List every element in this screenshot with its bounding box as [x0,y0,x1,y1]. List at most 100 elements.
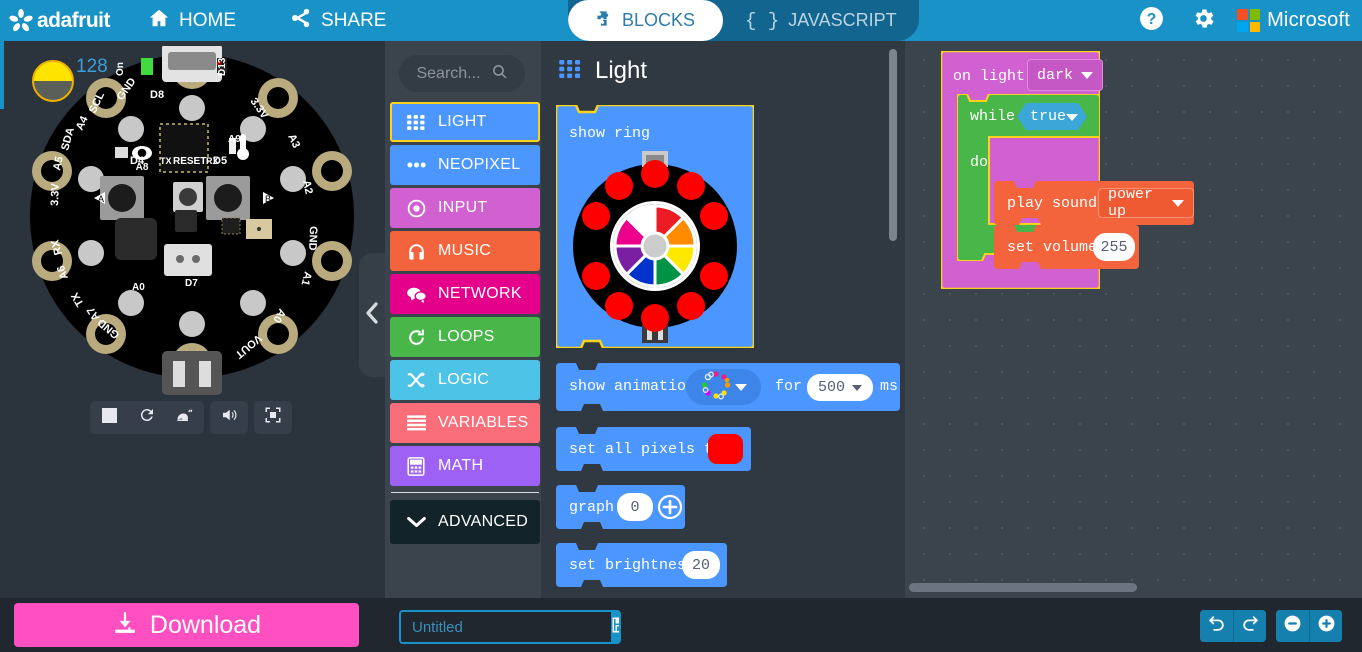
minus-circle-icon [1283,614,1302,638]
simulator-stop-button[interactable] [90,401,128,434]
toolbox-search-input[interactable]: Search... [399,55,525,92]
workspace-block-play-sound[interactable]: play sound power up [994,181,1194,225]
undo-button[interactable] [1200,610,1233,642]
project-name-group [399,610,621,644]
home-button[interactable]: HOME [132,0,252,41]
workspace-block-set-volume[interactable]: set volume 255 [994,225,1139,269]
block-set-all-pixels[interactable]: set all pixels to [556,427,751,471]
animation-picker-field[interactable] [686,369,761,405]
on-light-label: on light [953,68,1026,85]
simulator-playback-group [90,401,204,434]
adafruit-brand-logo[interactable]: adafruit [8,8,111,34]
fullscreen-icon [264,406,282,429]
project-name-input[interactable] [401,612,611,642]
speaker-icon [219,406,239,429]
pixel-color-swatch[interactable] [708,434,743,464]
simulator-mute-button[interactable] [210,401,248,434]
tab-javascript[interactable]: { } JAVASCRIPT [723,0,919,41]
toolbox-category-variables[interactable]: VARIABLES [390,403,540,443]
block-show-ring[interactable]: show ring [554,103,756,350]
svg-text:TX: TX [160,156,172,166]
block-graph[interactable]: graph 0 [556,485,685,529]
svg-text:D4: D4 [130,155,145,167]
flyout-title: Light [595,57,648,84]
download-button[interactable]: Download [14,603,359,647]
on-light-dropdown-arrow [1081,71,1094,79]
share-icon [290,7,312,35]
light-sensor-indicator[interactable]: 128 [32,56,108,102]
settings-button[interactable] [1177,0,1229,41]
half-sun-icon [32,60,74,102]
flyout-title-row: Light [559,57,647,85]
tab-blocks[interactable]: BLOCKS [568,0,724,41]
snail-icon [176,406,194,429]
simulator-fullscreen-button[interactable] [254,401,292,434]
while-condition-field[interactable]: true [1017,103,1087,130]
play-sound-dropdown-arrow [1172,199,1184,207]
set-volume-value-field[interactable]: 255 [1093,233,1135,261]
blocks-workspace[interactable]: on light dark while true do play sound p… [905,41,1362,598]
toolbox-category-network-label: NETWORK [438,285,522,302]
flyout-scrollbar[interactable] [889,49,897,241]
share-button[interactable]: SHARE [274,0,402,41]
toolbox-category-input-label: INPUT [438,199,488,216]
lines-icon [405,415,427,431]
chat-bubbles-icon [405,286,427,303]
svg-text:?: ? [1146,11,1156,28]
block-show-animation[interactable]: show animation for 500 ms [556,363,900,411]
three-dots-icon [405,161,427,169]
block-graph-label: graph [569,499,615,516]
svg-text:A9: A9 [228,134,241,145]
light-sensor-value: 128 [76,56,108,77]
stop-square-icon [101,407,117,428]
toolbox-category-advanced[interactable]: ADVANCED [390,500,540,544]
toolbox-category-neopixel[interactable]: NEOPIXEL [390,145,540,185]
share-label: SHARE [321,9,387,31]
headphones-icon [405,242,427,261]
play-sound-dropdown[interactable]: power up [1098,186,1194,220]
svg-text:D7: D7 [185,278,198,289]
plus-circle-icon [1317,614,1336,638]
gear-icon [1191,6,1216,36]
toolbox-category-input[interactable]: INPUT [390,188,540,228]
circuit-playground-board[interactable]: A8 A9 D4 D5 TX RX RESET D8 D7 A0 On D13 GN… [10,44,375,396]
svg-text:D13: D13 [217,57,228,76]
workspace-horizontal-scrollbar[interactable] [909,583,1137,592]
simulator-fullscreen-group [254,401,292,434]
toolbox-category-network[interactable]: NETWORK [390,274,540,314]
toolbox-category-light[interactable]: LIGHT [390,102,540,142]
toolbox-collapse-button[interactable] [359,253,385,377]
while-do-label: do [970,154,989,171]
toolbox-category-music[interactable]: MUSIC [390,231,540,271]
block-set-brightness[interactable]: set brightness 20 [556,543,727,587]
toolbox-category-loops[interactable]: LOOPS [390,317,540,357]
topbar-left-group: adafruit HOME SHARE [0,0,402,41]
home-label: HOME [179,9,237,31]
editor-mode-tabs: BLOCKS { } JAVASCRIPT [568,0,919,41]
simulator-slowmotion-button[interactable] [166,401,204,434]
svg-text:show ring: show ring [569,125,650,142]
zoom-out-button[interactable] [1276,610,1309,642]
toolbox-category-logic[interactable]: LOGIC [390,360,540,400]
on-light-dropdown-value: dark [1037,66,1074,84]
play-sound-label: play sound [1007,195,1098,212]
plus-circle-icon[interactable] [657,494,683,525]
toolbox-category-math[interactable]: MATH [390,446,540,486]
on-light-dropdown[interactable]: dark [1027,59,1104,91]
graph-value-field[interactable]: 0 [617,493,653,521]
save-project-button[interactable] [611,612,619,642]
microsoft-brand[interactable]: Microsoft [1229,0,1362,41]
home-icon [148,7,170,35]
block-show-animation-ms-label: ms [880,378,899,395]
svg-text:A0: A0 [132,282,145,293]
help-button[interactable]: ? [1125,0,1177,41]
adafruit-brand-label: adafruit [37,8,111,32]
brightness-value-field[interactable]: 20 [682,551,720,579]
animation-duration-field[interactable]: 500 [807,374,874,401]
redo-button[interactable] [1233,610,1266,642]
simulator-restart-button[interactable] [128,401,166,434]
block-set-brightness-label: set brightness [569,557,696,574]
svg-text:B: B [265,194,271,204]
simulator-controls [90,401,292,434]
zoom-in-button[interactable] [1309,610,1342,642]
